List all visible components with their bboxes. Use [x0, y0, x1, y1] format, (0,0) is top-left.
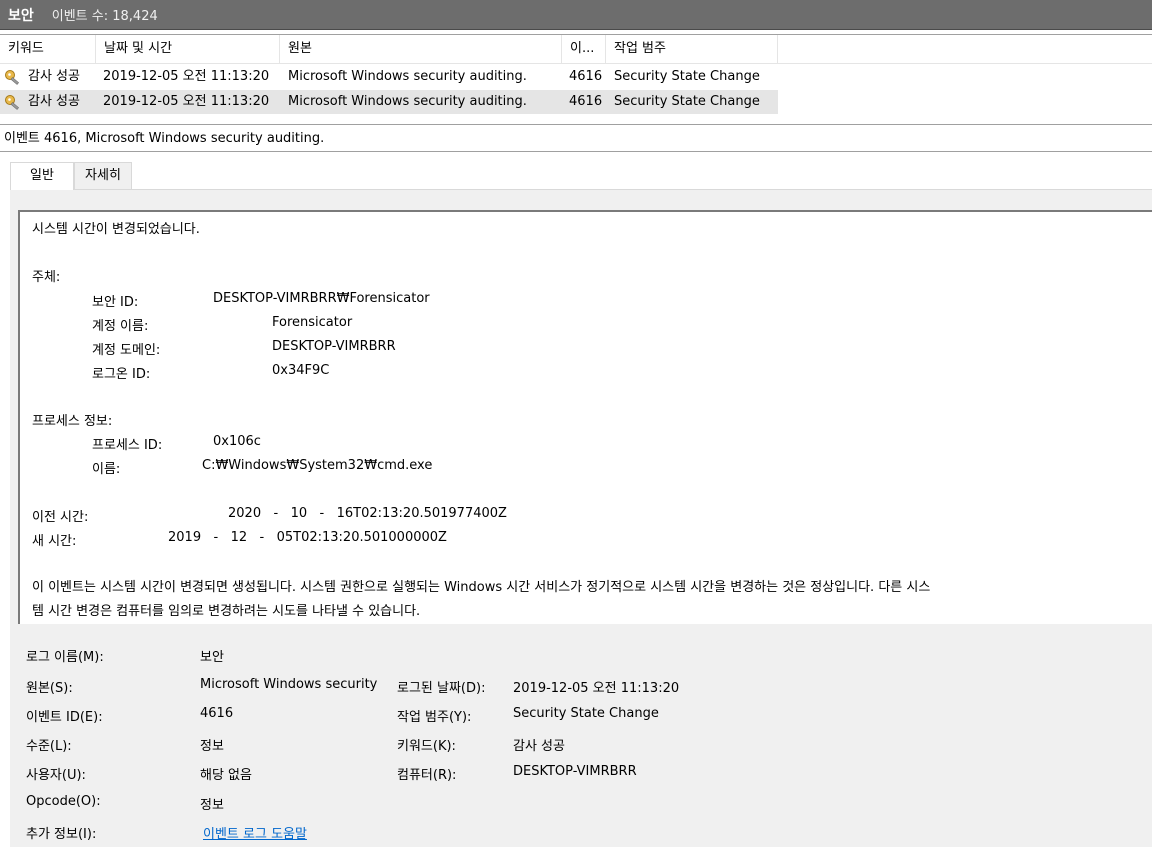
desc-footer-line1: 이 이벤트는 시스템 시간이 변경되면 생성됩니다. 시스템 권한으로 실행되는… — [32, 580, 931, 595]
row-event-id: 4616 — [569, 94, 603, 109]
prop-computer: DESKTOP-VIMRBRR — [513, 764, 637, 779]
prop-log-name: 보안 — [200, 650, 224, 665]
row-event-id: 4616 — [569, 69, 603, 84]
prop-level: 정보 — [200, 739, 224, 754]
prop-event-id: 4616 — [200, 706, 234, 721]
column-header-row: 키워드 날짜 및 시간 원본 이... 작업 범주 — [0, 35, 1152, 64]
column-header-event-id[interactable]: 이... — [562, 35, 606, 63]
desc-account-name-label: 계정 이름: — [92, 319, 149, 334]
desc-process-id: 0x106c — [213, 434, 261, 449]
prop-task: Security State Change — [513, 706, 659, 721]
prop-event-id-label: 이벤트 ID(E): — [26, 710, 103, 725]
event-count: 이벤트 수: 18,424 — [51, 9, 158, 24]
prop-keywords-label: 키워드(K): — [397, 739, 456, 754]
key-icon — [5, 95, 19, 110]
key-icon — [5, 70, 19, 85]
row-source: Microsoft Windows security auditing. — [288, 69, 527, 84]
prop-source: Microsoft Windows security — [200, 677, 378, 692]
desc-prev-time: 2020 - 10 - 16T02:13:20.501977400Z — [228, 506, 507, 521]
desc-name: C:₩Windows₩System32₩cmd.exe — [202, 458, 433, 473]
log-title: 보안 — [8, 7, 34, 24]
column-header-source[interactable]: 원본 — [280, 35, 562, 63]
prop-user: 해당 없음 — [200, 768, 252, 783]
desc-account-domain-label: 계정 도메인: — [92, 343, 161, 358]
desc-logon-id-label: 로그온 ID: — [92, 367, 151, 382]
desc-name-label: 이름: — [92, 462, 121, 477]
log-titlebar: 보안 이벤트 수: 18,424 — [0, 0, 1152, 30]
event-detail-header: 이벤트 4616, Microsoft Windows security aud… — [0, 124, 1152, 152]
prop-task-label: 작업 범주(Y): — [397, 710, 472, 725]
row-keyword: 감사 성공 — [28, 69, 80, 84]
desc-summary: 시스템 시간이 변경되었습니다. — [32, 222, 200, 237]
event-row[interactable]: 감사 성공 2019-12-05 오전 11:13:20 Microsoft W… — [0, 65, 778, 89]
prop-log-name-label: 로그 이름(M): — [26, 650, 104, 665]
prop-keywords: 감사 성공 — [513, 739, 565, 754]
prop-user-label: 사용자(U): — [26, 768, 86, 783]
desc-prev-time-label: 이전 시간: — [32, 510, 89, 525]
row-keyword: 감사 성공 — [28, 94, 80, 109]
desc-security-id-label: 보안 ID: — [92, 295, 139, 310]
event-list: 키워드 날짜 및 시간 원본 이... 작업 범주 감사 성공 2019-12-… — [0, 34, 1152, 121]
column-header-keyword[interactable]: 키워드 — [0, 35, 96, 63]
desc-logon-id: 0x34F9C — [272, 363, 330, 378]
prop-computer-label: 컴퓨터(R): — [397, 768, 457, 783]
prop-opcode: 정보 — [200, 798, 224, 813]
prop-level-label: 수준(L): — [26, 739, 72, 754]
prop-opcode-label: Opcode(O): — [26, 794, 101, 809]
desc-security-id: DESKTOP-VIMRBRR₩Forensicator — [213, 291, 430, 306]
event-row-selected[interactable]: 감사 성공 2019-12-05 오전 11:13:20 Microsoft W… — [0, 90, 778, 114]
column-header-category[interactable]: 작업 범주 — [606, 35, 778, 63]
row-datetime: 2019-12-05 오전 11:13:20 — [103, 69, 270, 84]
prop-more-info-label: 추가 정보(I): — [26, 827, 97, 842]
row-source: Microsoft Windows security auditing. — [288, 94, 527, 109]
row-datetime: 2019-12-05 오전 11:13:20 — [103, 94, 270, 109]
desc-account-name: Forensicator — [272, 315, 353, 330]
event-description: 시스템 시간이 변경되었습니다. 주체: 보안 ID: DESKTOP-VIMR… — [18, 210, 1152, 624]
desc-process-id-label: 프로세스 ID: — [92, 438, 163, 453]
desc-subject-label: 주체: — [32, 270, 61, 285]
event-log-help-link[interactable]: 이벤트 로그 도움말 — [203, 823, 307, 842]
prop-source-label: 원본(S): — [26, 681, 73, 696]
desc-account-domain: DESKTOP-VIMRBRR — [272, 339, 396, 354]
prop-logged-label: 로그된 날짜(D): — [397, 681, 486, 696]
column-header-datetime[interactable]: 날짜 및 시간 — [96, 35, 280, 63]
desc-process-label: 프로세스 정보: — [32, 414, 113, 429]
row-category: Security State Change — [614, 94, 760, 109]
desc-new-time-label: 새 시간: — [32, 534, 77, 549]
desc-new-time: 2019 - 12 - 05T02:13:20.501000000Z — [168, 530, 447, 545]
prop-logged: 2019-12-05 오전 11:13:20 — [513, 681, 680, 696]
tab-details[interactable]: 자세히 — [74, 162, 132, 190]
desc-footer-line2: 템 시간 변경은 컴퓨터를 임의로 변경하려는 시도를 나타낼 수 있습니다. — [32, 604, 421, 619]
tab-general[interactable]: 일반 — [10, 162, 74, 190]
row-category: Security State Change — [614, 69, 760, 84]
